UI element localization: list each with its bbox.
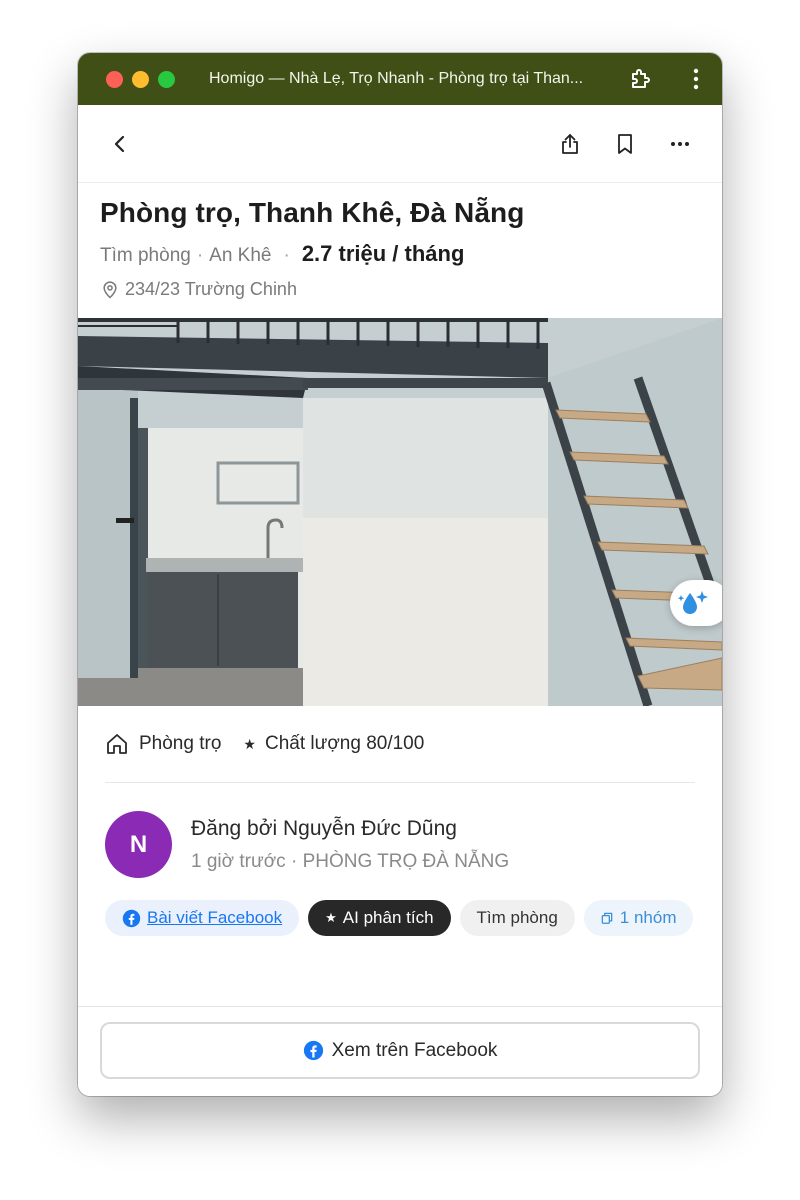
extension-icon[interactable]: [629, 67, 653, 91]
listing-title: Phòng trọ, Thanh Khê, Đà Nẵng: [100, 197, 525, 228]
facebook-post-link[interactable]: Bài viết Facebook: [105, 900, 300, 936]
room-type-tag: Phòng trọ: [105, 732, 221, 756]
action-chips: Bài viết Facebook ★ AI phân tích Tìm phò…: [78, 878, 722, 936]
browser-window: Homigo — Nhà Lẹ, Trọ Nhanh - Phòng trọ t…: [78, 53, 722, 1096]
facebook-icon: [303, 1040, 323, 1061]
groups-chip[interactable]: 1 nhóm: [583, 900, 693, 936]
post-time: 1 giờ trước: [191, 850, 286, 872]
separator-dot: ·: [196, 245, 204, 266]
window-controls: [106, 70, 175, 88]
copy-icon: [601, 912, 613, 924]
star-icon: ★: [325, 910, 337, 925]
poster-name: Đăng bởi Nguyễn Đức Dũng: [191, 816, 457, 840]
title-bar: Homigo — Nhà Lẹ, Trọ Nhanh - Phòng trọ t…: [78, 53, 722, 105]
listing-photo[interactable]: [78, 318, 722, 706]
ai-analysis-label: AI phân tích: [342, 908, 434, 927]
room-type-label: Phòng trọ: [139, 733, 222, 754]
listing-price: 2.7 triệu / tháng: [301, 241, 465, 266]
bookmark-icon[interactable]: [613, 132, 637, 156]
poster-info: Đăng bởi Nguyễn Đức Dũng 1 giờ trước · P…: [191, 817, 509, 873]
listing-category: Tìm phòng: [100, 245, 191, 266]
poster-subtitle: 1 giờ trước · PHÒNG TRỌ ĐÀ NẴNG: [191, 851, 509, 873]
listing-address: 234/23 Trường Chinh: [100, 279, 700, 300]
footer-bar: Xem trên Facebook: [78, 1006, 722, 1096]
poster-section: N Đăng bởi Nguyễn Đức Dũng 1 giờ trước ·…: [78, 783, 722, 878]
view-on-facebook-button[interactable]: Xem trên Facebook: [100, 1022, 700, 1079]
groups-label: 1 nhóm: [619, 908, 677, 927]
facebook-icon: [122, 909, 141, 927]
top-navigation: [78, 105, 722, 183]
quality-label: Chất lượng 80/100: [264, 733, 425, 754]
ai-assistant-fab[interactable]: [670, 580, 722, 626]
room-photo-image: [78, 318, 722, 706]
quality-tag: ★ Chất lượng 80/100: [243, 733, 424, 755]
more-horizontal-icon[interactable]: [668, 132, 692, 156]
window-title: Homigo — Nhà Lẹ, Trọ Nhanh - Phòng trọ t…: [209, 70, 584, 87]
address-text: 234/23 Trường Chinh: [125, 279, 297, 299]
zoom-window-button[interactable]: [158, 70, 175, 88]
home-icon: [107, 734, 127, 754]
separator-dot: ·: [290, 850, 303, 872]
listing-header: Phòng trọ, Thanh Khê, Đà Nẵng Tìm phòng …: [78, 197, 722, 300]
share-icon[interactable]: [558, 132, 582, 156]
listing-tags: Phòng trọ ★ Chất lượng 80/100: [78, 706, 722, 782]
separator-dot: ·: [283, 245, 290, 266]
star-icon: ★: [243, 735, 256, 752]
close-window-button[interactable]: [106, 70, 123, 88]
sparkle-droplet-icon: [678, 591, 708, 614]
listing-meta: Tìm phòng · An Khê · 2.7 triệu / tháng: [100, 241, 700, 267]
view-on-facebook-label: Xem trên Facebook: [331, 1039, 498, 1061]
back-chevron-icon[interactable]: [108, 132, 132, 156]
minimize-window-button[interactable]: [132, 70, 149, 88]
map-pin-icon: [103, 280, 117, 299]
find-room-label: Tìm phòng: [476, 908, 558, 927]
find-room-chip[interactable]: Tìm phòng: [459, 900, 575, 936]
kebab-menu-icon[interactable]: [690, 67, 702, 91]
avatar[interactable]: N: [105, 811, 172, 878]
facebook-post-label: Bài viết Facebook: [147, 908, 283, 927]
group-name: PHÒNG TRỌ ĐÀ NẴNG: [302, 850, 510, 872]
listing-area: An Khê: [209, 245, 272, 266]
ai-analysis-chip[interactable]: ★ AI phân tích: [308, 900, 451, 936]
